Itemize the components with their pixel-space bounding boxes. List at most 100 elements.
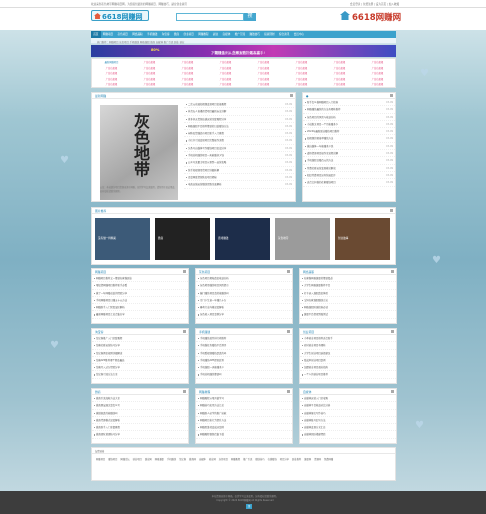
ad-link[interactable]: 广告位招租 bbox=[169, 82, 206, 87]
more-icon[interactable] bbox=[287, 390, 290, 393]
item-title[interactable]: 闲鱼卖货赚差价项目新手入门教程 bbox=[188, 132, 224, 135]
nav-item[interactable]: 网络兼职 bbox=[130, 31, 145, 38]
friend-link[interactable]: 副业推荐 bbox=[292, 457, 301, 461]
ad-link[interactable]: 广告位招租 bbox=[245, 71, 282, 76]
ad-link[interactable]: 广告位招租 bbox=[131, 77, 168, 82]
item-title[interactable]: 头条号自媒体写作赚钱项目实战分享 bbox=[188, 147, 226, 150]
ad-link[interactable]: 广告位招租 bbox=[169, 60, 206, 65]
ad-link[interactable]: 广告位招租 bbox=[169, 77, 206, 82]
list-item[interactable]: 微商朋友圈文案怎么写 bbox=[92, 402, 188, 410]
item-title[interactable]: 二次元动漫短视频变现项目实操教程 bbox=[188, 103, 226, 106]
list-item[interactable]: 网赚技巧实用方法汇总 bbox=[196, 402, 292, 410]
ad-link[interactable]: 广告位招租 bbox=[169, 71, 206, 76]
ad-link[interactable]: 广告位招租 bbox=[245, 60, 282, 65]
ad-link[interactable]: 广告位招租 bbox=[131, 66, 168, 71]
list-item[interactable]: 手机网赚项目日赚五十元方法 bbox=[92, 297, 188, 305]
item-title[interactable]: 灰色项目的风险与收益分析 bbox=[307, 116, 336, 119]
gallery-thumb[interactable]: 创业故事 bbox=[335, 218, 390, 260]
item-title[interactable]: 抖音无人直播带货项目最新玩法详解 bbox=[188, 110, 226, 113]
list-item[interactable]: 冷门小生意一年赚几十万 bbox=[196, 297, 292, 305]
friend-link[interactable]: 副业网 bbox=[145, 457, 152, 461]
list-item[interactable]: 在家做网络兼职的靠谱渠道 bbox=[300, 275, 396, 283]
list-item[interactable]: 最新网赚项目汇总合集分享 bbox=[92, 311, 188, 319]
ad-link[interactable]: 广告位招租 bbox=[245, 77, 282, 82]
list-item[interactable]: 网络兼职平台推荐靠谱的日结赚钱方法 03-09 bbox=[184, 123, 294, 131]
friend-link[interactable]: 手机赚钱 bbox=[167, 457, 176, 461]
ad-link[interactable]: 广告位招租 bbox=[321, 71, 358, 76]
friend-link[interactable]: 免费网赚 bbox=[324, 457, 333, 461]
list-item[interactable]: 一个人的创业项目推荐 bbox=[300, 371, 396, 379]
list-item[interactable]: 手机兼职日赚百元的方法 03-09 bbox=[303, 157, 395, 165]
ad-link[interactable]: 广告位招租 bbox=[321, 77, 358, 82]
list-item[interactable]: 网赚新人必学的推广技能 bbox=[196, 410, 292, 417]
more-icon[interactable] bbox=[390, 209, 393, 212]
nav-item[interactable]: 网赚项目 bbox=[101, 31, 116, 38]
item-title[interactable]: 付费社群运营变现模式解读 bbox=[307, 167, 336, 170]
friend-link[interactable]: 赚钱技巧 bbox=[255, 457, 264, 461]
nav-item[interactable]: 创业项目 bbox=[181, 31, 196, 38]
list-item[interactable]: 微商引流加粉方法大全 bbox=[92, 395, 188, 403]
item-title[interactable]: 2024年最新副业赚钱项目推荐 bbox=[307, 130, 339, 133]
ad-link[interactable]: 广告位招租 bbox=[359, 82, 396, 87]
friend-link[interactable]: 创业项目 bbox=[133, 457, 142, 461]
list-item[interactable]: 抖音无人直播带货项目最新玩法详解 03-09 bbox=[184, 108, 294, 116]
list-item[interactable]: 大学生创业项目选择建议 bbox=[300, 350, 396, 357]
list-item[interactable]: 微商新手入门全套教程 bbox=[92, 424, 188, 432]
list-item[interactable]: 手机挂机赚钱项目一天能赚多少钱 03-09 bbox=[184, 152, 294, 160]
list-item[interactable]: 自媒体运营入门全攻略 bbox=[300, 395, 396, 403]
item-title[interactable]: 快手短视频带货项目详细拆解 bbox=[188, 169, 219, 172]
sub-nav-links[interactable]: 热门推荐：网赚项目 灰色项目 手机赚钱 网络兼职 微商 自媒体 推广引流 副业 … bbox=[97, 40, 184, 44]
nav-item[interactable]: 综合资讯 bbox=[277, 31, 292, 38]
list-item[interactable]: 微商代理模式深度解析 bbox=[92, 417, 188, 425]
ad-link[interactable]: 广告位招租 bbox=[93, 82, 130, 87]
list-item[interactable]: 灰色项目的风险与收益分析 03-09 bbox=[303, 114, 395, 121]
list-item[interactable]: 网络赚钱最快的方法有哪些推荐 03-09 bbox=[303, 106, 395, 114]
list-item[interactable]: 手机赚钱APP提现实测 bbox=[196, 357, 292, 365]
list-item[interactable]: 微商团队管理技巧分享 bbox=[92, 431, 188, 439]
ad-link[interactable]: 广告位招租 bbox=[321, 60, 358, 65]
friend-link[interactable]: 灰色项目 bbox=[219, 457, 228, 461]
friend-link[interactable]: 自媒体 bbox=[199, 457, 206, 461]
ad-link[interactable]: 广告位招租 bbox=[283, 71, 320, 76]
list-item[interactable]: 手机挂机赚钱靠谱吗 bbox=[196, 371, 292, 379]
list-item[interactable]: 小说推文项目一个月能赚多少 03-09 bbox=[303, 121, 395, 129]
list-item[interactable]: 淘客社群运营技巧分享 bbox=[92, 342, 188, 350]
ad-link[interactable]: 广告位招租 bbox=[359, 77, 396, 82]
site-logo[interactable]: 6618网赚网 bbox=[91, 10, 149, 21]
friend-link[interactable]: 网赚教程 bbox=[231, 457, 240, 461]
list-item[interactable]: 加盟创业项目避坑指南 bbox=[300, 364, 396, 372]
friend-link[interactable]: 网络兼职 bbox=[155, 457, 164, 461]
ad-link[interactable]: 广告位招租 bbox=[245, 66, 282, 71]
list-item[interactable]: 网赚教程从零开始学习 bbox=[196, 395, 292, 403]
list-item[interactable]: 电商店铺运营赚钱思路全面解析 03-09 bbox=[184, 181, 294, 189]
more-icon[interactable] bbox=[183, 390, 186, 393]
nav-item[interactable]: 推广引流 bbox=[233, 31, 248, 38]
nav-item[interactable]: 赚钱技巧 bbox=[247, 31, 262, 38]
more-icon[interactable] bbox=[290, 94, 293, 97]
list-item[interactable]: 打字录入兼职真实体验 bbox=[300, 290, 396, 297]
list-item[interactable]: 适合宝妈做的在家赚钱项目 03-09 bbox=[303, 179, 395, 187]
back-to-top-button[interactable]: 顶 bbox=[246, 504, 252, 509]
ad-link[interactable]: 广告位招租 bbox=[321, 66, 358, 71]
list-item[interactable]: 淘宝客引流方法大全 bbox=[92, 371, 188, 379]
item-title[interactable]: 百度网盘资源售卖项目揭秘 bbox=[188, 176, 217, 179]
nav-item[interactable]: 自媒体 bbox=[220, 31, 232, 38]
ad-link[interactable]: 广告位招租 bbox=[93, 77, 130, 82]
ad-link[interactable]: 最新网赚项目 bbox=[93, 60, 130, 65]
list-item[interactable]: 网赚项目执行力提升方法 bbox=[196, 417, 292, 425]
gallery-thumb[interactable]: 游戏赚钱 bbox=[215, 218, 270, 260]
ad-link[interactable]: 广告位招租 bbox=[131, 82, 168, 87]
list-item[interactable]: 自媒体变现方式汇总 bbox=[300, 424, 396, 432]
list-item[interactable]: 手机看视频赚钱是真的吗 bbox=[196, 350, 292, 357]
friend-link[interactable]: 创业网 bbox=[209, 457, 216, 461]
list-item[interactable]: 知识付费项目如何快速起步 03-09 bbox=[303, 172, 395, 180]
list-item[interactable]: 2024年最新副业赚钱项目推荐 03-09 bbox=[303, 128, 395, 136]
item-title[interactable]: 虚拟资源项目操作全流程讲解 bbox=[307, 152, 338, 155]
item-title[interactable]: 手机挂机赚钱项目一天能赚多少钱 bbox=[188, 154, 224, 157]
item-title[interactable]: 适合宝妈做的在家赚钱项目 bbox=[307, 181, 336, 184]
item-title[interactable]: 知识付费项目如何快速起步 bbox=[307, 174, 336, 177]
ad-link[interactable]: 广告位招租 bbox=[283, 60, 320, 65]
nav-item[interactable]: 淘宝客 bbox=[160, 31, 172, 38]
ad-link[interactable]: 广告位招租 bbox=[169, 66, 206, 71]
list-item[interactable]: 淘宝客佣金规则详细解读 bbox=[92, 350, 188, 357]
